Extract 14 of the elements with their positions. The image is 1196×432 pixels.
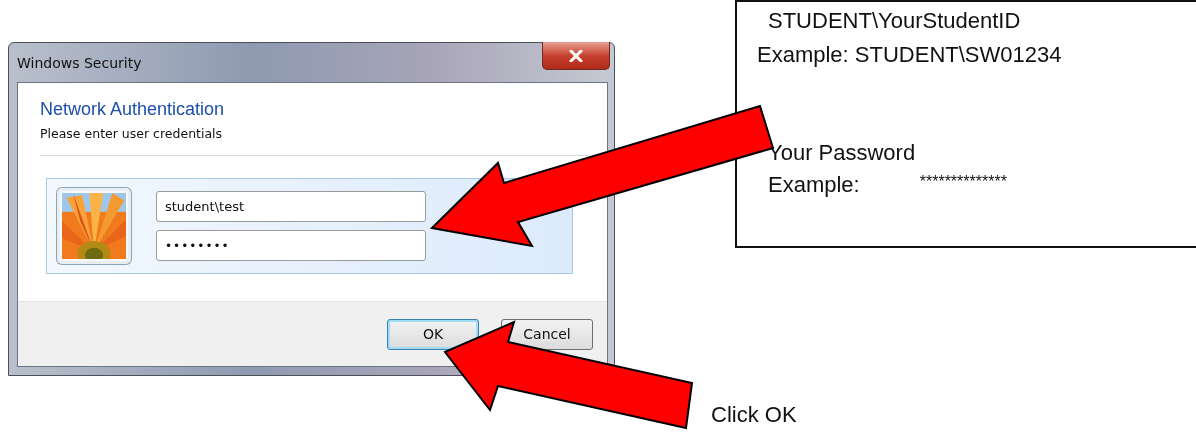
annotation-text: Click OK [711,402,797,428]
dialog-subtitle: Please enter user credentials [40,126,224,141]
ok-button[interactable]: OK [387,318,479,350]
close-button[interactable] [542,42,610,70]
dialog-heading: Network Authentication [40,99,226,120]
annotation-text: STUDENT\YourStudentID [767,7,1022,34]
annotation-text: ************** [919,172,1007,192]
password-field[interactable]: •••••••• [156,230,426,261]
annotation-text: Example: [768,172,860,198]
username-field[interactable]: student\test [156,191,426,222]
annotation-text: Example: STUDENT\SW01234 [756,41,1063,68]
window-title: Windows Security [16,54,142,71]
close-icon [569,49,583,62]
annotation-text: Your Password [767,139,917,166]
